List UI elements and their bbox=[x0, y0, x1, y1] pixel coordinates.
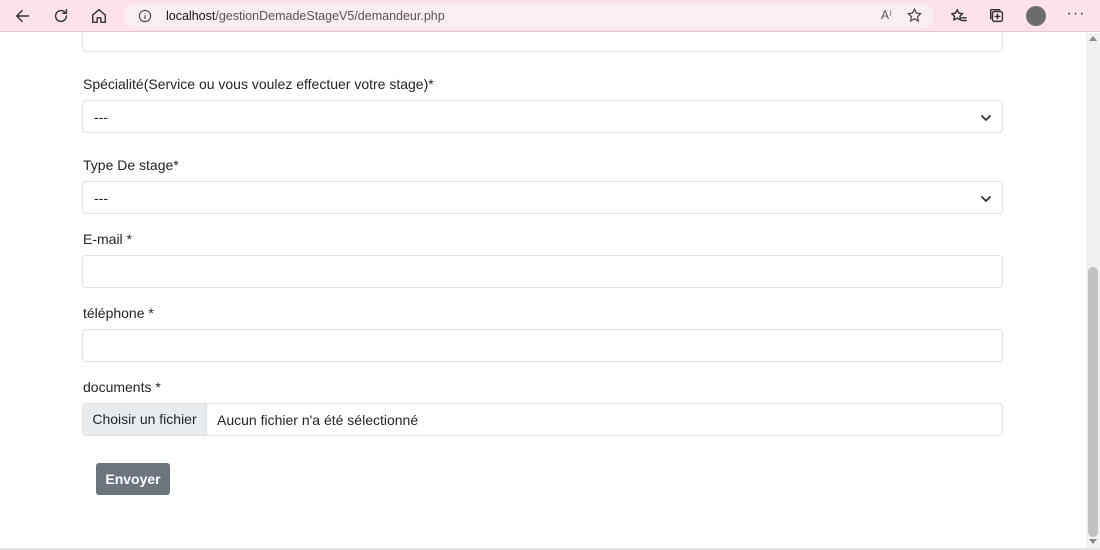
browser-toolbar: localhost/gestionDemadeStageV5/demandeur… bbox=[0, 0, 1100, 32]
favorites-icon bbox=[951, 8, 967, 22]
url-text: localhost/gestionDemadeStageV5/demandeur… bbox=[166, 9, 445, 23]
chevron-down-icon bbox=[980, 111, 992, 123]
telephone-label: téléphone * bbox=[83, 305, 154, 321]
profile-avatar[interactable] bbox=[1026, 6, 1046, 26]
documents-file-input[interactable]: Choisir un fichier Aucun fichier n'a été… bbox=[82, 403, 1003, 436]
type-stage-label: Type De stage* bbox=[83, 157, 179, 173]
specialite-select[interactable]: --- bbox=[82, 100, 1003, 133]
scroll-down-icon[interactable] bbox=[1089, 539, 1097, 544]
previous-field-input[interactable] bbox=[82, 33, 1003, 52]
submit-button[interactable]: Envoyer bbox=[96, 463, 170, 495]
favorites-button[interactable] bbox=[946, 3, 972, 29]
email-label: E-mail * bbox=[83, 231, 133, 247]
type-stage-selected-value: --- bbox=[94, 190, 108, 206]
collections-icon bbox=[989, 8, 1004, 23]
specialite-label: Spécialité(Service ou vous voulez effect… bbox=[83, 76, 434, 92]
read-aloud-icon[interactable]: A⁾ bbox=[881, 8, 892, 22]
documents-label: documents * bbox=[83, 379, 161, 395]
scroll-up-icon[interactable] bbox=[1089, 36, 1097, 41]
add-favorite-icon[interactable] bbox=[906, 7, 924, 25]
site-info-icon[interactable] bbox=[136, 7, 154, 25]
scrollbar-thumb[interactable] bbox=[1088, 267, 1098, 537]
telephone-field[interactable] bbox=[82, 329, 1003, 362]
refresh-icon bbox=[54, 8, 68, 23]
collections-button[interactable] bbox=[984, 3, 1010, 29]
specialite-selected-value: --- bbox=[94, 109, 108, 125]
file-status-text: Aucun fichier n'a été sélectionné bbox=[217, 412, 419, 428]
home-icon bbox=[91, 8, 107, 24]
chevron-down-icon bbox=[980, 192, 992, 204]
back-button[interactable] bbox=[10, 3, 36, 29]
type-stage-select[interactable]: --- bbox=[82, 181, 1003, 214]
choose-file-button[interactable]: Choisir un fichier bbox=[83, 404, 207, 435]
vertical-scrollbar[interactable] bbox=[1086, 33, 1100, 548]
refresh-button[interactable] bbox=[48, 3, 74, 29]
home-button[interactable] bbox=[86, 3, 112, 29]
address-bar[interactable]: localhost/gestionDemadeStageV5/demandeur… bbox=[124, 3, 934, 29]
email-field[interactable] bbox=[82, 255, 1003, 288]
url-path: /gestionDemadeStageV5/demandeur.php bbox=[215, 9, 445, 23]
back-arrow-icon bbox=[15, 9, 30, 23]
more-menu-icon[interactable]: ··· bbox=[1064, 4, 1088, 28]
page-content: Spécialité(Service ou vous voulez effect… bbox=[0, 33, 1086, 548]
url-host: localhost bbox=[166, 9, 216, 23]
